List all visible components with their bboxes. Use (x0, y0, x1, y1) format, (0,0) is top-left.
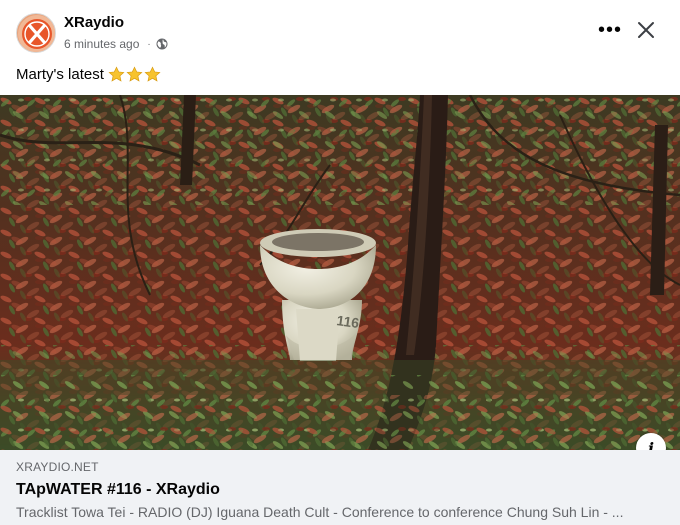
more-options-button[interactable]: ••• (596, 18, 624, 42)
star-icon (144, 66, 161, 82)
xraydio-logo-icon (18, 15, 55, 52)
page-name[interactable]: XRaydio (64, 14, 124, 31)
meta-separator: · (147, 38, 151, 50)
close-icon[interactable] (634, 18, 658, 42)
caption-text: Marty's latest (16, 66, 104, 83)
globe-icon[interactable] (156, 38, 168, 50)
avatar[interactable] (16, 13, 56, 53)
star-icon (108, 66, 125, 82)
post-timestamp[interactable]: 6 minutes ago (64, 37, 139, 51)
post-meta: 6 minutes ago · (64, 37, 168, 51)
forest-toilet-photo: 116 (0, 95, 680, 450)
star-icon (126, 66, 143, 82)
link-title[interactable]: TApWATER #116 - XRaydio (16, 481, 220, 499)
post-card: XRaydio 6 minutes ago · ••• Marty's late… (0, 0, 680, 525)
post-header: XRaydio 6 minutes ago · ••• (0, 0, 680, 62)
caption-emojis (108, 66, 162, 83)
link-domain: XRAYDIO.NET (16, 460, 99, 474)
toilet-number-label: 116 (336, 312, 361, 331)
link-description: Tracklist Towa Tei - RADIO (DJ) Iguana D… (16, 504, 624, 520)
link-preview[interactable]: XRAYDIO.NET TApWATER #116 - XRaydio Trac… (0, 450, 680, 525)
post-caption: Marty's latest (16, 66, 162, 83)
post-photo[interactable]: 116 (0, 95, 680, 450)
